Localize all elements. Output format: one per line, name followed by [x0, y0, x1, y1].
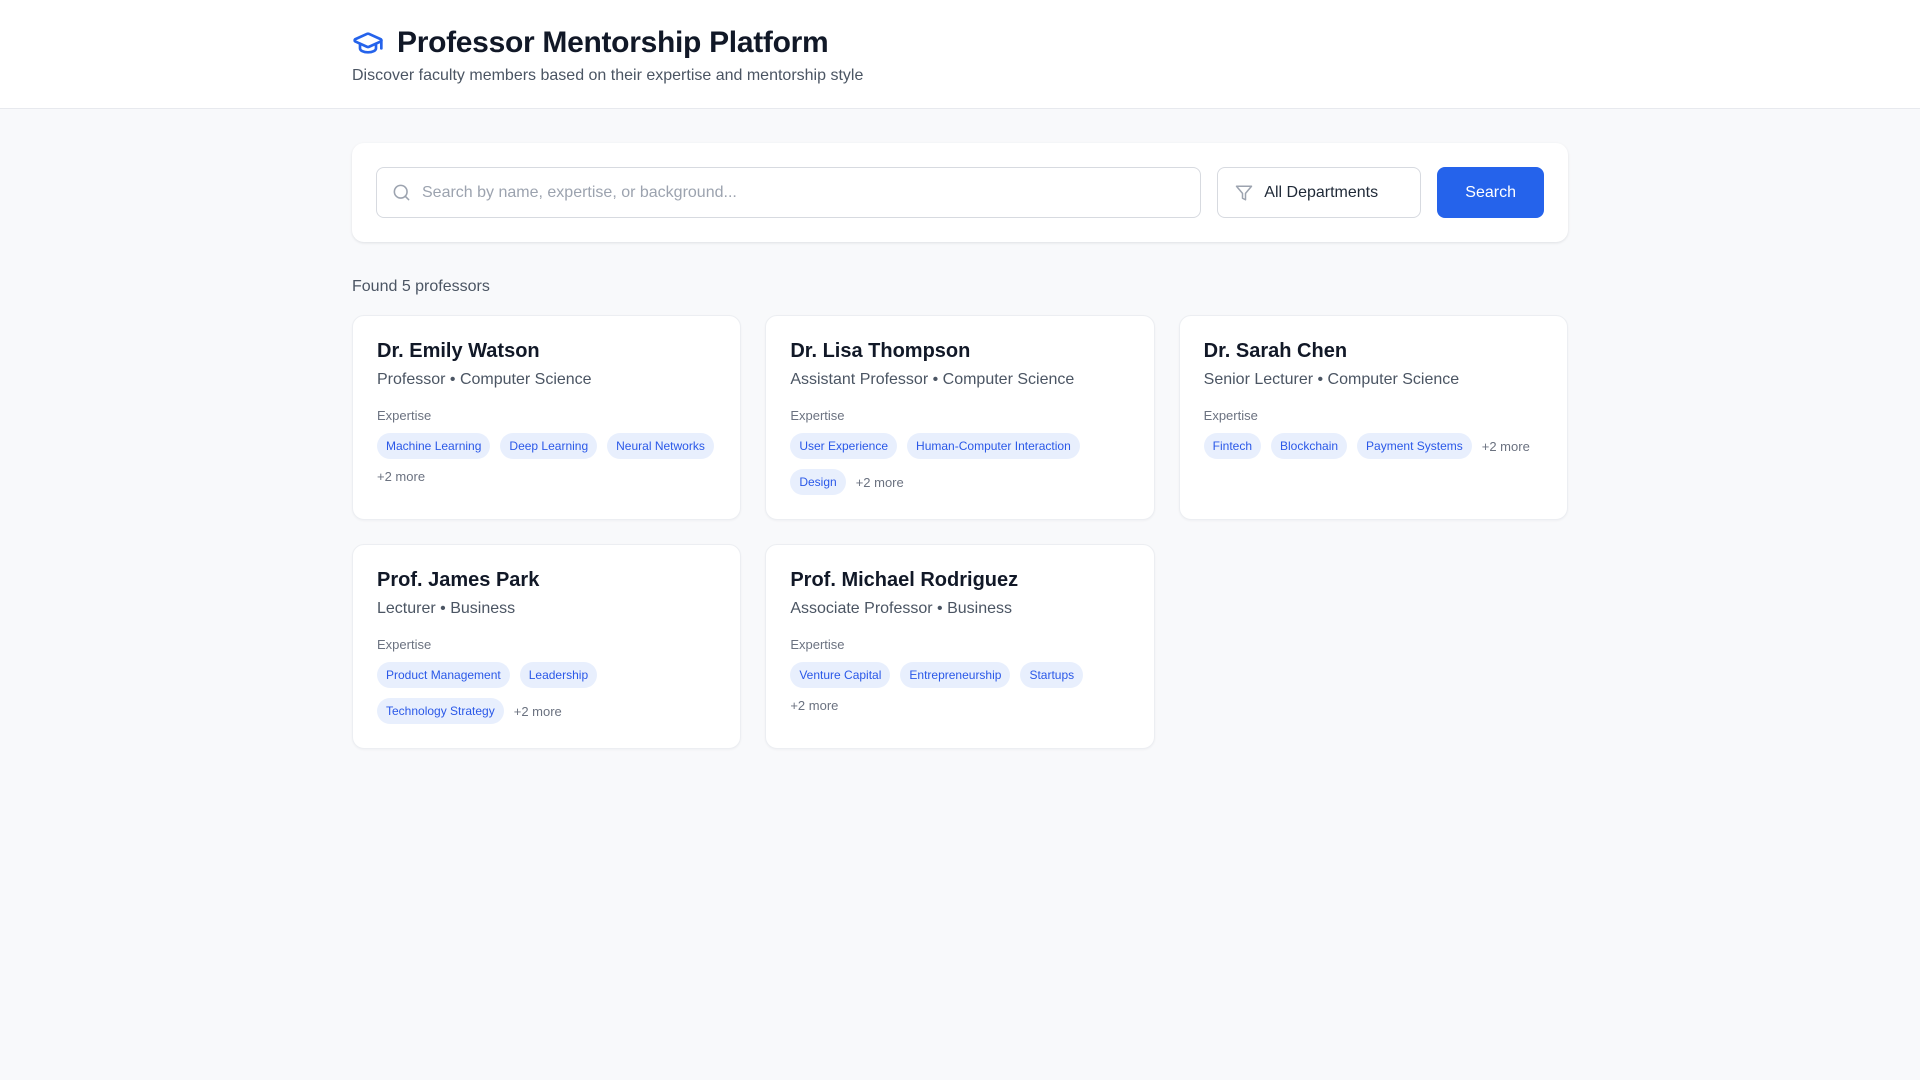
expertise-tag: Deep Learning [500, 433, 598, 459]
graduation-cap-icon [353, 32, 383, 54]
professor-title-department: Senior Lecturer • Computer Science [1203, 371, 1460, 388]
department-filter-select[interactable]: All Departments [1217, 167, 1422, 218]
expertise-tag: Design [790, 469, 846, 495]
expertise-tags: Machine Learning Deep Learning Neural Netw… [377, 433, 716, 484]
main-content: All Departments Search Found 5 professor… [352, 143, 1568, 749]
expertise-tag: Fintech [1203, 433, 1262, 459]
professor-cards-grid: Dr. Emily Watson Professor • Computer Sc… [352, 315, 1568, 749]
expertise-label: Expertise [790, 637, 845, 652]
expertise-label: Expertise [377, 637, 432, 652]
more-tags-label: +2 more [513, 703, 562, 719]
app-header: Professor Mentorship Platform Discover f… [0, 0, 1920, 109]
department-filter-value: All Departments [1264, 183, 1379, 201]
professor-name: Dr. Emily Watson [377, 340, 540, 362]
professor-card[interactable]: Prof. James Park Lecturer • Business Exp… [352, 544, 742, 749]
expertise-label: Expertise [1203, 408, 1258, 423]
professor-title-department: Lecturer • Business [377, 600, 516, 617]
page-title: Professor Mentorship Platform [397, 26, 829, 59]
professor-name: Prof. Michael Rodriguez [790, 569, 1019, 591]
expertise-tag: Neural Networks [607, 433, 714, 459]
filter-icon [1236, 185, 1253, 200]
expertise-tags: User Experience Human-Computer Interactio… [790, 433, 1129, 495]
page-subtitle: Discover faculty members based on their … [352, 67, 864, 84]
expertise-label: Expertise [790, 408, 845, 423]
search-button[interactable]: Search [1437, 167, 1544, 218]
more-tags-label: +2 more [855, 474, 904, 490]
more-tags-label: +2 more [790, 698, 839, 713]
more-tags-label: +2 more [377, 469, 426, 484]
expertise-tag: Entrepreneurship [900, 662, 1011, 688]
search-panel: All Departments Search [352, 143, 1568, 242]
professor-name: Dr. Lisa Thompson [790, 340, 971, 362]
expertise-tag: Product Management [377, 662, 510, 688]
search-input[interactable] [422, 183, 1186, 202]
expertise-tags: Product Management Leadership Technology S… [377, 662, 716, 724]
expertise-tag: Venture Capital [790, 662, 891, 688]
expertise-tag: Technology Strategy [377, 698, 504, 724]
professor-card[interactable]: Dr. Lisa Thompson Assistant Professor • … [765, 315, 1155, 520]
expertise-tag: Human-Computer Interaction [907, 433, 1080, 459]
more-tags-label: +2 more [1481, 438, 1530, 454]
professor-card[interactable]: Prof. Michael Rodriguez Associate Profes… [765, 544, 1155, 749]
expertise-tag: Startups [1020, 662, 1084, 688]
search-box[interactable] [376, 167, 1202, 218]
search-icon [393, 184, 410, 201]
expertise-tag: Machine Learning [377, 433, 491, 459]
expertise-tag: Blockchain [1271, 433, 1348, 459]
professor-card[interactable]: Dr. Emily Watson Professor • Computer Sc… [352, 315, 742, 520]
expertise-tag: Payment Systems [1357, 433, 1472, 459]
expertise-tag: Leadership [519, 662, 598, 688]
professor-title-department: Assistant Professor • Computer Science [790, 371, 1075, 388]
expertise-tags: Venture Capital Entrepreneurship Startups +… [790, 662, 1129, 713]
professor-name: Prof. James Park [377, 569, 540, 591]
professor-title-department: Associate Professor • Business [790, 600, 1013, 617]
expertise-tags: Fintech Blockchain Payment Systems +2 more [1203, 433, 1543, 459]
expertise-tag: User Experience [790, 433, 898, 459]
professor-title-department: Professor • Computer Science [377, 371, 592, 388]
professor-name: Dr. Sarah Chen [1203, 340, 1348, 362]
title-row: Professor Mentorship Platform [352, 26, 1568, 60]
results-count: Found 5 professors [352, 278, 490, 295]
professor-card[interactable]: Dr. Sarah Chen Senior Lecturer • Compute… [1178, 315, 1568, 520]
expertise-label: Expertise [377, 408, 432, 423]
